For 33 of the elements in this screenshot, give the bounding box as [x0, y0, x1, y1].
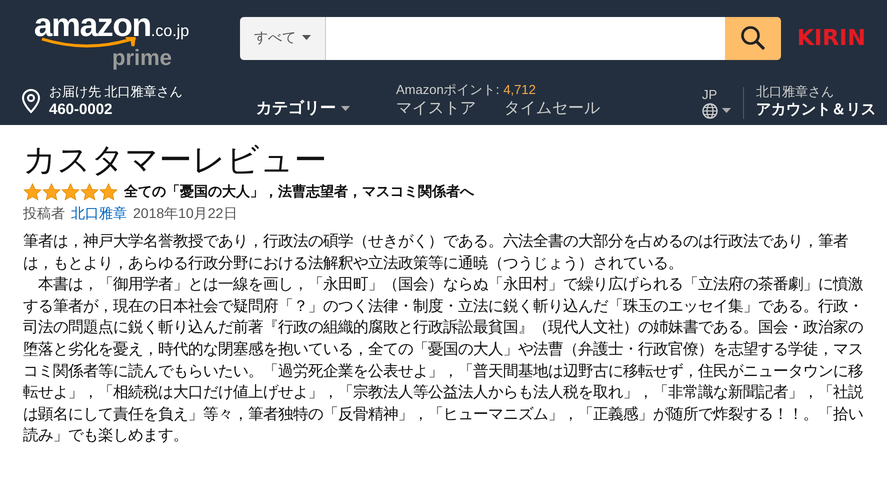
review-paragraph: 本書は，「御用学者」とは一線を画し，「永田町」（国会）ならぬ「永田村」で繰り広げられる「立法府の茶番劇」に憤激する筆者が，現在の日本社会で疑問府「？」のつく法律・制度・立法に鋭く斬り込んだ「珠玉のエッセイ集」である。行政・司法の問題点に鋭く斬り込んだ前著『行政の組織的腐敗と行政訴訟最貧国』（現代人文社）の姉妹書である。国会・政治家の堕落と劣化を憂え，時代的な閉塞感を抱いている，全ての「憂国の大人」や法曹（弁護士・行政官僚）を志望する学徒，マスコミ関係者等に読んでもらいたい。「過労死企業を公表せよ」，「普天間基地は辺野古に移転せず，住民がニュータウンに移転せよ」，「相続税は大口だけ値上げせよ」，「宗教法人等公益法人からも法人税を取れ」，「非常識な新聞記者」，「社説は顕名にして責任を負え」等々，筆者独特の「反骨精神」，「ヒューマニズム」，「正義感」が随所で炸裂する！！。「拾い読み」でも楽しめます。 — [23, 275, 864, 446]
search-icon — [740, 25, 766, 51]
globe-icon — [702, 103, 718, 119]
nav-link[interactable]: タイムセール — [504, 98, 600, 119]
delivery-label: お届け先 北口雅章さん — [49, 83, 183, 100]
caret-icon — [722, 108, 731, 114]
points-value: 4,712 — [503, 82, 536, 97]
search-button[interactable] — [725, 16, 781, 60]
search-field[interactable] — [326, 16, 725, 60]
star-icon — [42, 183, 61, 201]
category-dropdown[interactable]: すべて — [240, 16, 326, 60]
account-menu[interactable]: 北口雅章さん アカウント＆リス — [756, 84, 876, 119]
postcode[interactable]: 460-0002 — [49, 100, 183, 119]
star-icon — [80, 183, 99, 201]
language-selector[interactable]: JP — [702, 87, 744, 119]
author-label: 投稿者 — [23, 205, 65, 223]
review-date: 2018年10月22日 — [133, 205, 238, 223]
nav-link[interactable]: マイストア — [396, 98, 476, 119]
caret-icon — [341, 106, 350, 112]
location-pin-icon — [19, 88, 43, 114]
logo-wordmark[interactable]: amazon — [34, 8, 151, 40]
star-icon — [61, 183, 80, 201]
author-link[interactable]: 北口雅章 — [71, 205, 127, 223]
review-paragraph: 筆者は，神戸大学名誉教授であり，行政法の碩学（せきがく）である。六法全書の大部分を占めるのは行政法であり，筆者は，もとより，あらゆる行政分野における法解釈や立法政策等に通暁（つうじょう）されている。 — [23, 232, 849, 274]
points-label: Amazonポイント: — [396, 82, 500, 98]
star-icon — [99, 183, 118, 201]
category-menu[interactable]: カテゴリー — [256, 98, 396, 119]
caret-icon — [302, 35, 311, 41]
star-icon — [23, 183, 42, 201]
prime-label: prime — [112, 46, 172, 68]
review-headline: 全ての「憂国の大人」，法曹志望者，マスコミ関係者へ — [124, 183, 474, 201]
page-title: カスタマーレビュー — [23, 140, 328, 180]
logo-domain: .co.jp — [150, 22, 190, 40]
